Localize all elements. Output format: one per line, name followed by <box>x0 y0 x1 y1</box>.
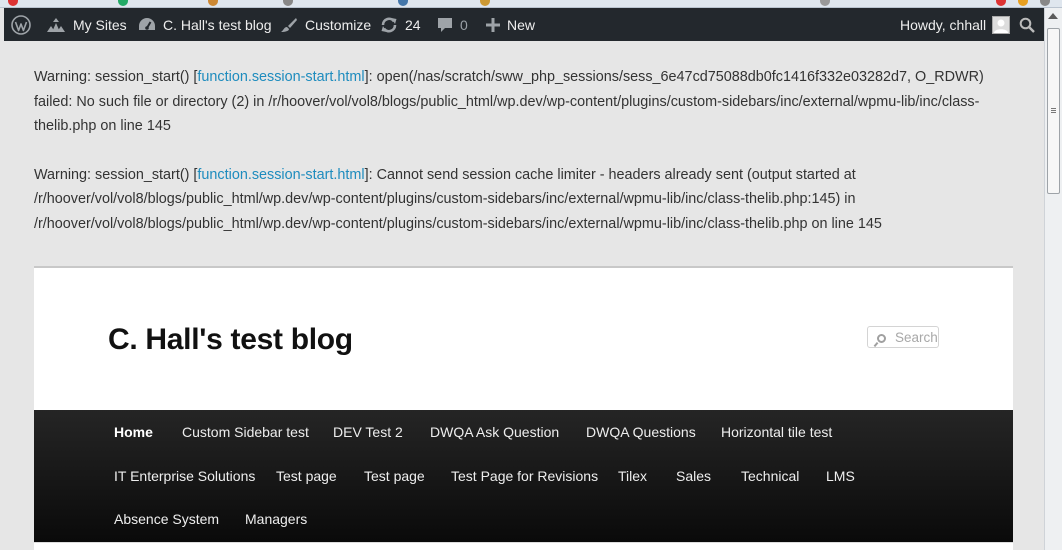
warning-function-link[interactable]: function.session-start.html <box>197 69 364 85</box>
scrollbar-thumb[interactable] <box>1047 28 1060 194</box>
nav-item-managers[interactable]: Managers <box>245 507 307 531</box>
content-area <box>34 542 1013 550</box>
customize-label: Customize <box>305 16 372 33</box>
tab-favicon-icon <box>1018 0 1028 6</box>
comment-bubble-icon <box>438 17 452 32</box>
site-search-input[interactable] <box>895 329 938 346</box>
updates-count: 24 <box>405 16 421 33</box>
nav-item-dev-test-2[interactable]: DEV Test 2 <box>333 420 403 444</box>
search-icon <box>877 334 886 343</box>
nav-item-test-page-for-revisions[interactable]: Test Page for Revisions <box>451 464 598 488</box>
nav-item-sales[interactable]: Sales <box>676 464 711 488</box>
nav-item-dwqa-questions[interactable]: DWQA Questions <box>586 420 696 444</box>
php-warnings: Warning: session_start() [function.sessi… <box>34 65 1024 260</box>
php-warning: Warning: session_start() [function.sessi… <box>34 65 1024 139</box>
new-content-menu[interactable]: New <box>486 8 535 41</box>
updates-refresh-icon <box>381 17 397 32</box>
site-search-box[interactable] <box>867 326 939 348</box>
page-scrollbar[interactable] <box>1044 8 1062 550</box>
nav-item-tilex[interactable]: Tilex <box>618 464 647 488</box>
my-sites-label: My Sites <box>73 16 127 33</box>
tab-favicon-icon <box>996 0 1006 6</box>
avatar <box>992 15 1011 34</box>
site-name-label: C. Hall's test blog <box>163 16 272 33</box>
scroll-grip-icon <box>1051 108 1056 109</box>
main-navigation: Home Custom Sidebar test DEV Test 2 DWQA… <box>34 410 1013 542</box>
tab-favicon-icon <box>283 0 293 6</box>
nav-item-absence-system[interactable]: Absence System <box>114 507 219 531</box>
my-account-menu[interactable]: Howdy, chhall <box>900 8 1011 41</box>
tab-favicon-icon <box>480 0 490 6</box>
search-icon <box>1019 17 1035 33</box>
nav-item-test-page[interactable]: Test page <box>276 464 337 488</box>
tab-favicon-icon <box>1040 0 1050 6</box>
dashboard-gauge-icon <box>139 17 155 30</box>
scroll-up-arrow-icon[interactable] <box>1048 13 1058 19</box>
admin-search-button[interactable] <box>1019 8 1035 41</box>
my-sites-icon <box>47 17 65 32</box>
nav-item-lms[interactable]: LMS <box>826 464 855 488</box>
nav-item-dwqa-ask-question[interactable]: DWQA Ask Question <box>430 420 559 444</box>
warning-prefix: Warning: session_start() [ <box>34 166 198 183</box>
admin-bar: My Sites C. Hall's test blog Customize 2… <box>4 8 1044 41</box>
site-page: C. Hall's test blog Home Custom Sidebar … <box>34 266 1013 550</box>
site-name-menu[interactable]: C. Hall's test blog <box>138 8 272 41</box>
nav-item-test-page[interactable]: Test page <box>364 464 425 488</box>
nav-item-home[interactable]: Home <box>114 420 153 444</box>
wordpress-logo-icon[interactable] <box>11 8 31 41</box>
warning-prefix: Warning: session_start() [ <box>34 69 198 85</box>
updates-link[interactable]: 24 <box>380 8 421 41</box>
paintbrush-icon <box>281 17 297 32</box>
comments-link[interactable]: 0 <box>437 8 468 41</box>
nav-item-it-enterprise-solutions[interactable]: IT Enterprise Solutions <box>114 464 255 488</box>
howdy-label: Howdy, chhall <box>900 16 987 33</box>
nav-item-custom-sidebar-test[interactable]: Custom Sidebar test <box>182 420 309 444</box>
tab-favicon-icon <box>820 0 830 6</box>
plus-icon <box>486 17 500 32</box>
browser-tab-strip <box>0 0 1062 8</box>
php-warning: Warning: session_start() [function.sessi… <box>34 163 1024 237</box>
user-avatar-icon <box>994 19 1009 33</box>
nav-item-technical[interactable]: Technical <box>741 464 799 488</box>
customize-link[interactable]: Customize <box>280 8 371 41</box>
site-title[interactable]: C. Hall's test blog <box>108 323 353 357</box>
my-sites-menu[interactable]: My Sites <box>46 8 127 41</box>
comments-count: 0 <box>460 16 468 33</box>
new-label: New <box>507 16 536 33</box>
warning-function-link[interactable]: function.session-start.html <box>197 167 364 183</box>
tab-favicon-icon <box>398 0 408 6</box>
tab-favicon-icon <box>8 0 18 6</box>
tab-favicon-icon <box>208 0 218 6</box>
nav-item-horizontal-tile-test[interactable]: Horizontal tile test <box>721 420 832 444</box>
tab-favicon-icon <box>118 0 128 6</box>
